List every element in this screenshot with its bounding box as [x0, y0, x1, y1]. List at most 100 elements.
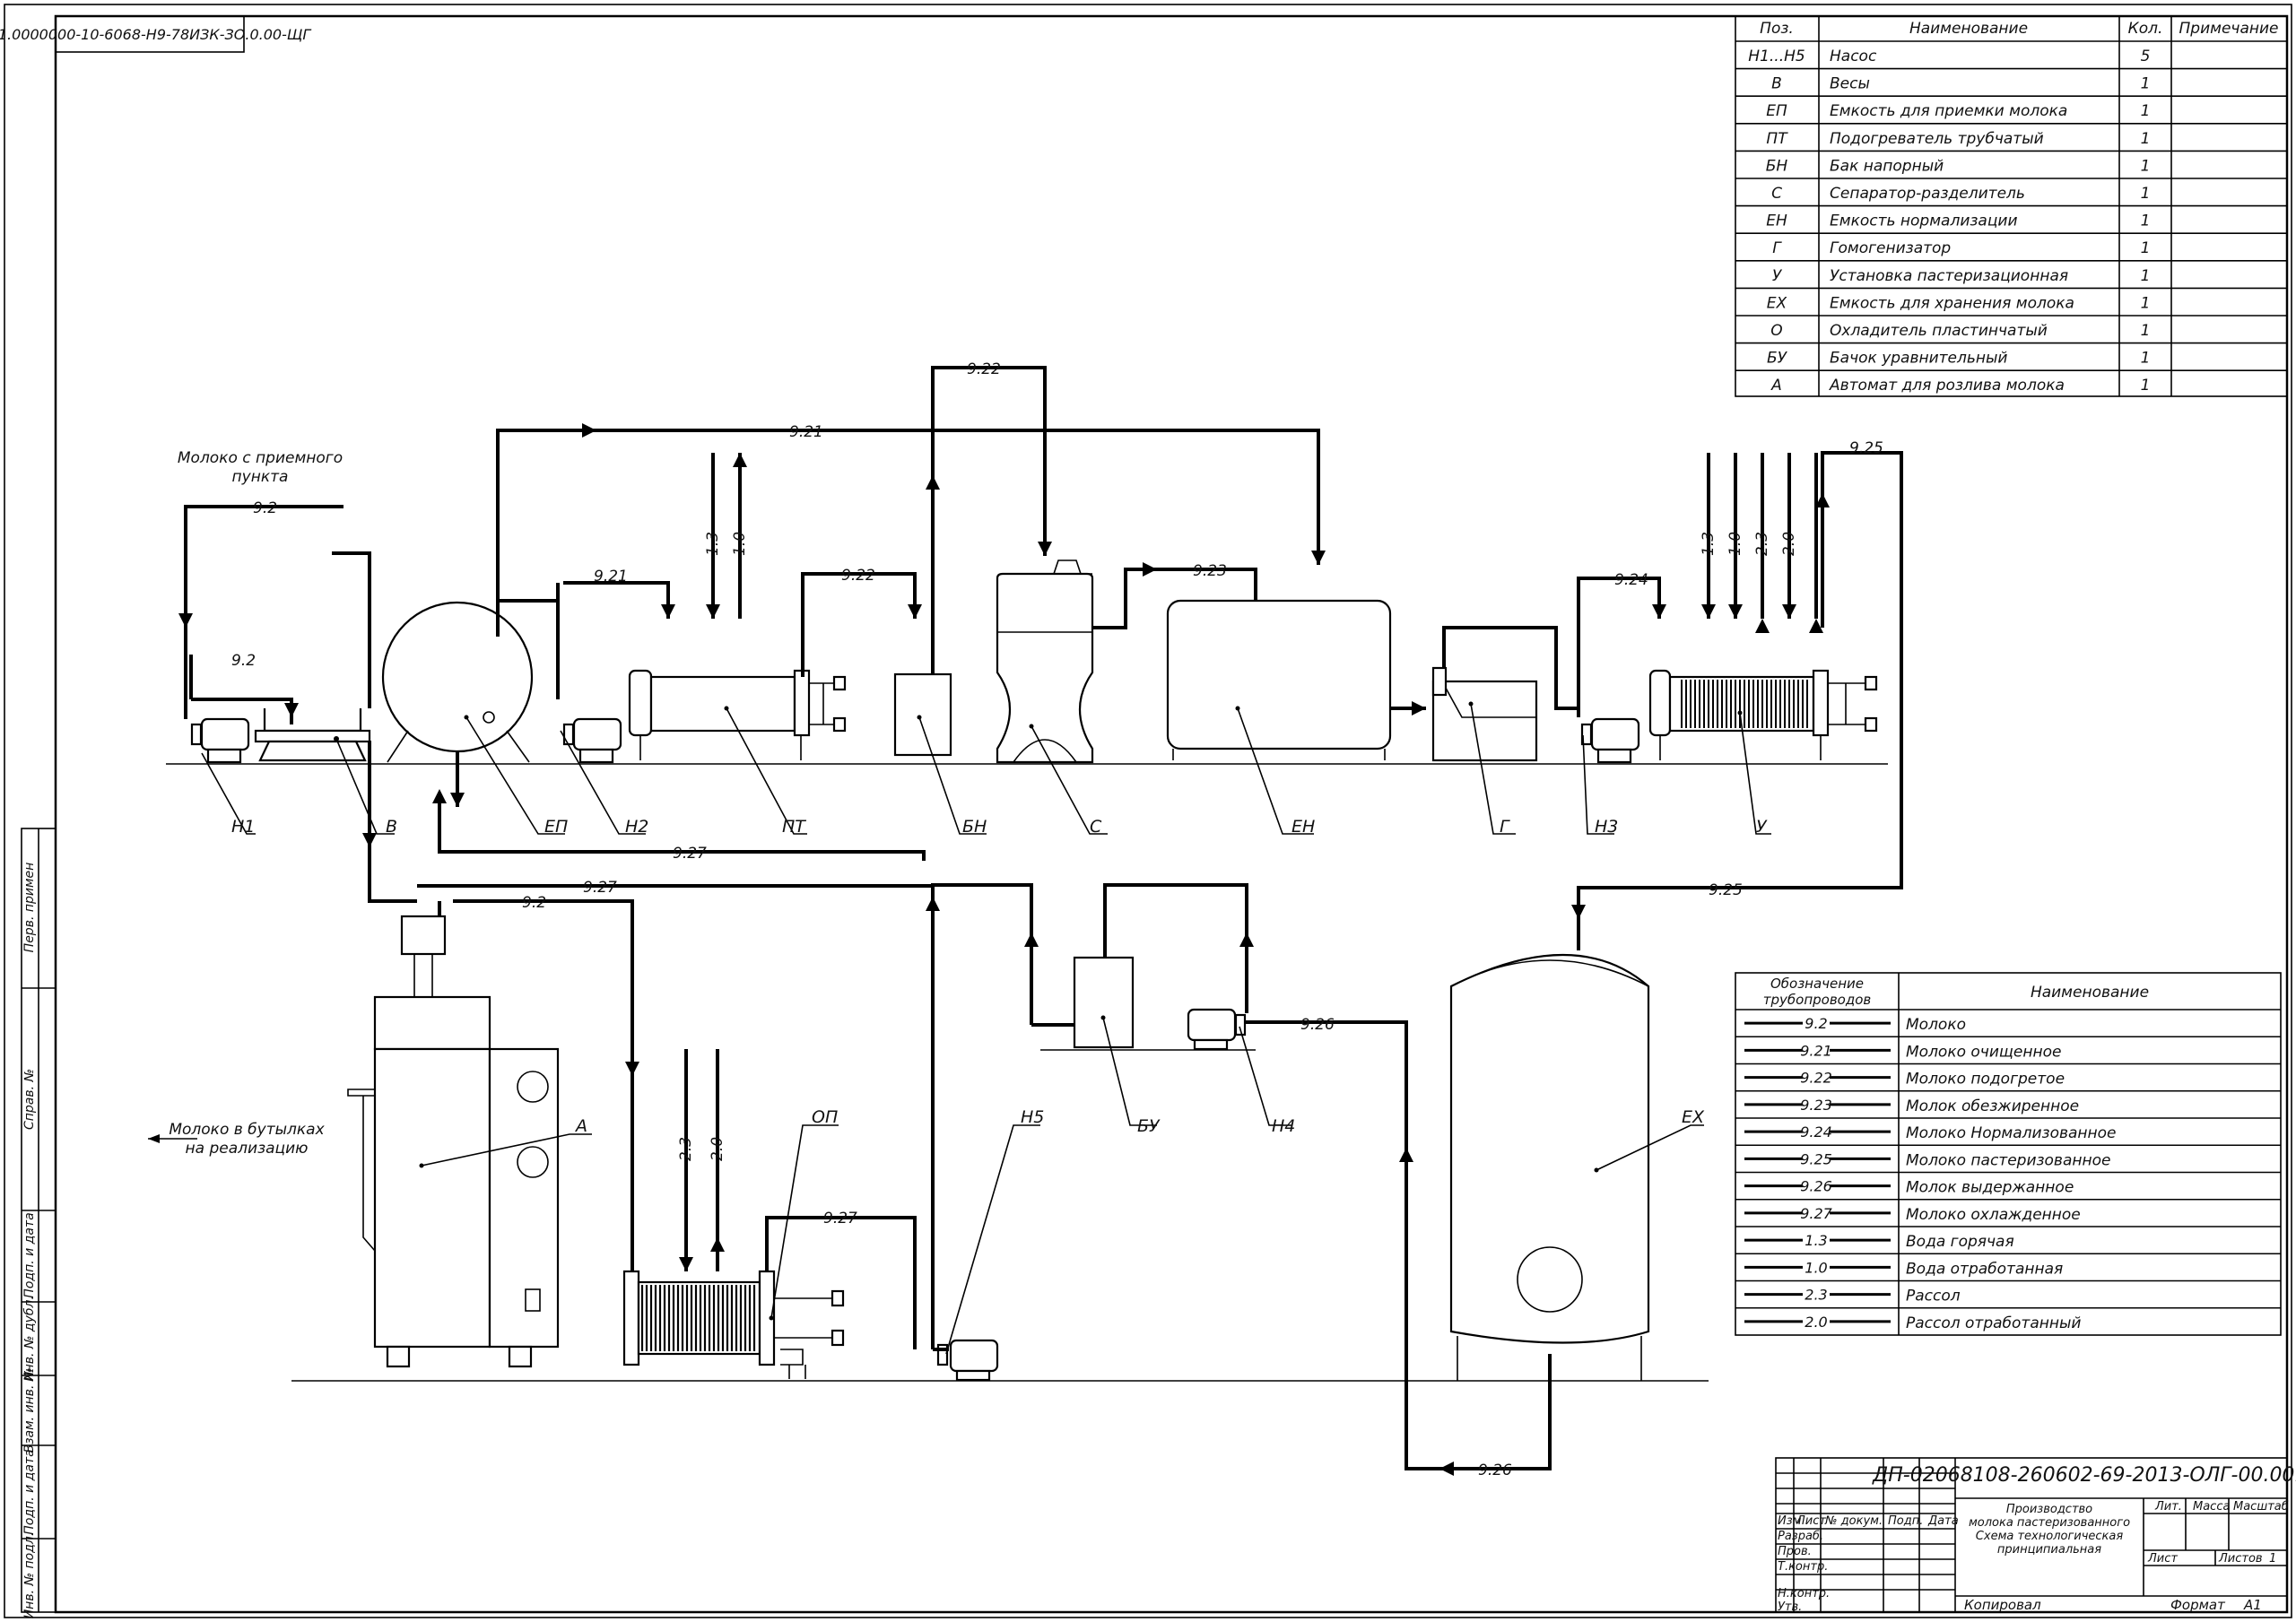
label-9-27-b: 9.27	[583, 879, 617, 897]
tank-ep	[381, 601, 534, 763]
spec-cell: 1	[2141, 377, 2151, 395]
title-line-1: Производство	[2006, 1503, 2092, 1516]
label-o-2-3: 2.3	[677, 1137, 695, 1161]
eq-label-v: В	[386, 817, 397, 837]
separator-s	[996, 559, 1094, 764]
legend-code: 9.26	[1800, 1178, 1832, 1195]
spec-cell: Г	[1772, 239, 1782, 257]
spec-cell: Емкость для приемки молока	[1830, 102, 2067, 120]
spec-cell: Гомогенизатор	[1830, 239, 1951, 257]
spec-cell: 1	[2141, 185, 2151, 203]
spec-cell: ПТ	[1766, 130, 1788, 148]
eq-label-bn: БН	[962, 817, 987, 837]
label-9-21-top: 9.21	[789, 423, 823, 441]
side-label-0: Перв. примен	[22, 863, 37, 953]
legend-name: Молоко пастеризованное	[1906, 1151, 2110, 1169]
note-milk-out-2: на реализацию	[186, 1140, 309, 1158]
spec-cell: 1	[2141, 75, 2151, 93]
side-label-1: Справ. №	[22, 1069, 37, 1130]
spec-cell: А	[1770, 377, 1782, 395]
scales-v	[254, 708, 371, 762]
spec-cell: ЕП	[1766, 102, 1787, 120]
spec-cell: 1	[2141, 130, 2151, 148]
spec-cell: Емкость нормализации	[1830, 213, 2018, 230]
spec-cell: Подогреватель трубчатый	[1830, 130, 2044, 148]
label-9-2-in-top: 9.2	[253, 499, 277, 517]
spec-cell: ЕХ	[1767, 294, 1787, 312]
label-9-21-valve: 9.21	[594, 568, 628, 585]
eq-label-g: Г	[1500, 817, 1510, 837]
title-line-3: Схема технологическая	[1976, 1530, 2124, 1543]
tank-bn	[893, 672, 952, 757]
tb-tkontr: Т.контр.	[1778, 1560, 1828, 1574]
legend-header-name: Наименование	[2031, 984, 2149, 1002]
eq-label-n5: Н5	[1021, 1107, 1044, 1127]
format-value: А1	[2243, 1597, 2262, 1613]
label-pt-1-0: 1.0	[731, 532, 749, 556]
spec-cell: Сепаратор-разделитель	[1830, 185, 2025, 203]
side-label-5: Подп. и дата	[22, 1449, 37, 1534]
eq-label-en: ЕН	[1292, 817, 1315, 837]
spec-cell: 1	[2141, 294, 2151, 312]
tb-sheets-value: 1	[2269, 1552, 2276, 1566]
label-u-1-0: 1.0	[1726, 532, 1744, 556]
spec-cell: ЕН	[1766, 213, 1787, 230]
eq-label-n3: Н3	[1595, 817, 1618, 837]
tank-ex	[1449, 953, 1650, 1381]
legend-code: 9.22	[1800, 1070, 1832, 1087]
spec-cell: О	[1770, 322, 1782, 340]
tb-date: Дата	[1927, 1514, 1959, 1528]
legend-name: Молоко подогретое	[1906, 1071, 2065, 1089]
eq-label-a: А	[574, 1116, 587, 1136]
spec-cell: БН	[1766, 157, 1788, 175]
copy-label: Копировал	[1964, 1597, 2041, 1613]
legend-code: 9.25	[1800, 1150, 1832, 1167]
legend-name: Вода горячая	[1906, 1233, 2014, 1251]
spec-cell: Бак напорный	[1830, 157, 1944, 175]
spec-cell: 1	[2141, 322, 2151, 340]
pump-n2	[562, 717, 622, 764]
label-u-2-3: 2.3	[1753, 532, 1771, 556]
eq-label-n4: Н4	[1272, 1116, 1295, 1136]
filling-machine-a	[347, 915, 560, 1368]
format-label: Формат	[2170, 1597, 2226, 1613]
label-9-2-in-low: 9.2	[231, 652, 256, 670]
side-label-2: Подп. и дата	[22, 1212, 37, 1297]
tb-lit: Лит.	[2154, 1500, 2182, 1514]
spec-cell: Автомат для розлива молока	[1829, 377, 2065, 395]
title-line-2: молока пастеризованного	[1969, 1516, 2130, 1530]
label-9-26-b: 9.26	[1478, 1462, 1512, 1479]
balance-tank-bu	[1073, 956, 1135, 1049]
legend-name: Молок обезжиренное	[1906, 1097, 2079, 1115]
cooler-op	[622, 1270, 845, 1379]
label-9-22-pt: 9.22	[841, 567, 875, 585]
tb-docnum: № докум.	[1824, 1514, 1883, 1528]
spec-cell: В	[1771, 75, 1782, 93]
tb-scale: Масштаб	[2233, 1500, 2289, 1514]
spec-cell: 1	[2141, 350, 2151, 368]
legend-code: 1.3	[1805, 1232, 1827, 1249]
label-pt-1-3: 1.3	[704, 532, 722, 556]
legend-code: 9.23	[1800, 1097, 1832, 1114]
spec-header-qty: Кол.	[2128, 20, 2163, 38]
label-9-27-a: 9.27	[673, 845, 707, 863]
legend-header-code-2: трубопроводов	[1763, 992, 1872, 1008]
tb-utv: Утв.	[1778, 1600, 1802, 1614]
pump-n4	[1187, 1008, 1247, 1051]
legend-name: Рассол отработанный	[1906, 1314, 2081, 1332]
label-o-2-0: 2.0	[709, 1137, 726, 1161]
spec-cell: Бачок уравнительный	[1830, 350, 2007, 368]
legend-name: Вода отработанная	[1906, 1260, 2063, 1278]
tb-mass: Масса	[2193, 1500, 2230, 1514]
legend-name: Молоко очищенное	[1906, 1043, 2061, 1061]
spec-cell: 5	[2141, 48, 2151, 65]
side-label-6: Инв. № подл.	[22, 1532, 37, 1619]
pump-n3	[1580, 717, 1640, 764]
legend-code: 2.0	[1805, 1314, 1827, 1331]
title-line-4: принципиальная	[1997, 1543, 2101, 1557]
tb-sheet: Лист	[2147, 1552, 2178, 1566]
tank-en	[1166, 599, 1392, 760]
legend-code: 1.0	[1805, 1259, 1827, 1276]
spec-cell: Емкость для хранения молока	[1830, 294, 2074, 312]
legend-table: Обозначение трубопроводов Наименование 9…	[1735, 972, 2282, 1336]
